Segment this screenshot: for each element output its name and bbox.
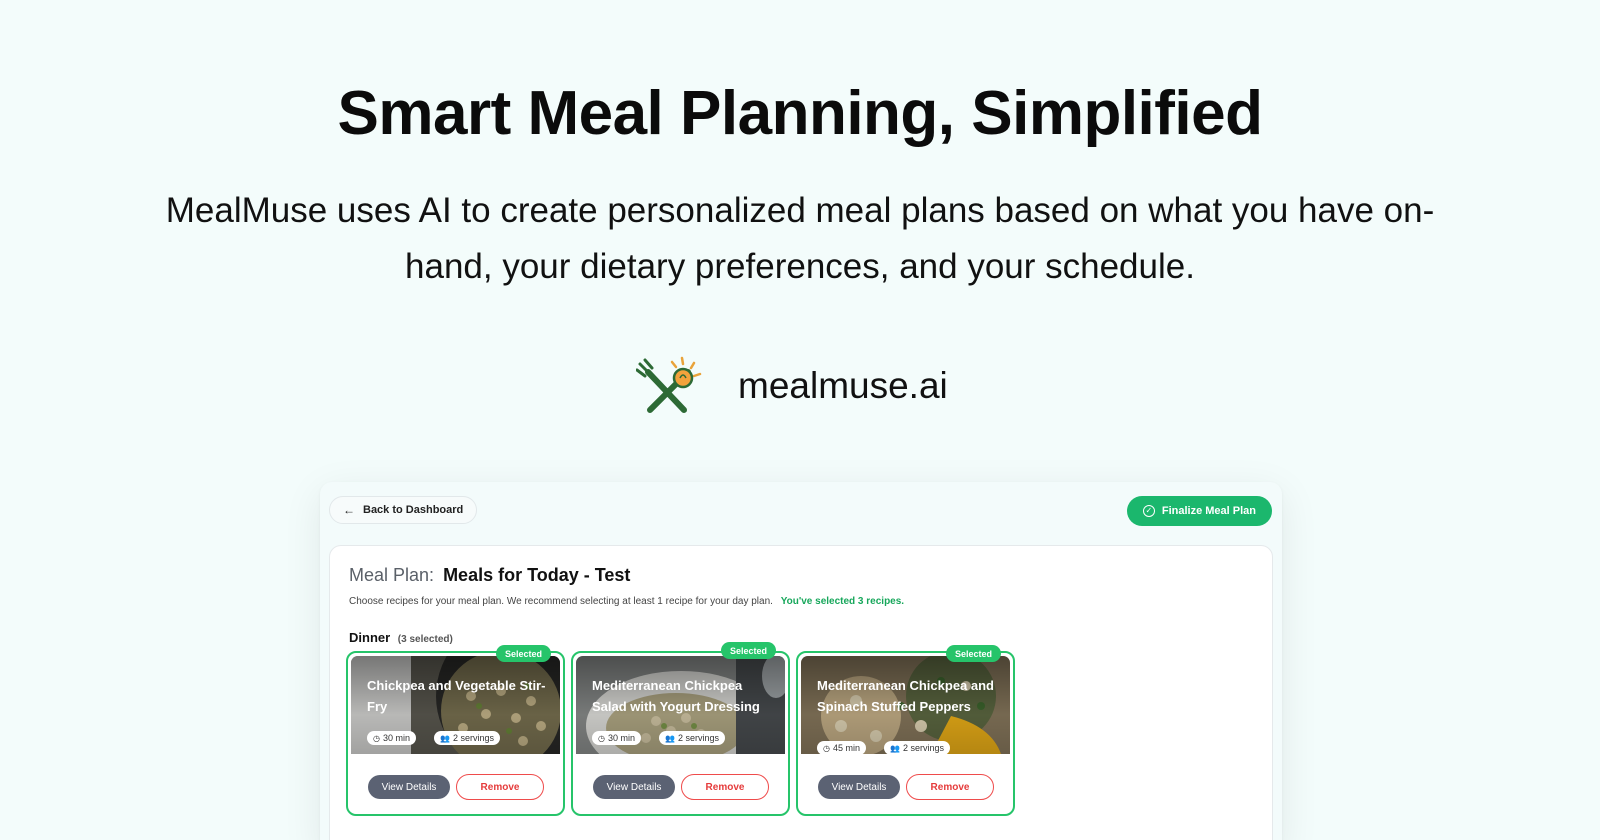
fork-knife-lightbulb-icon	[636, 356, 702, 413]
clock-icon: ◷	[823, 743, 830, 753]
selected-badge: Selected	[495, 645, 551, 662]
plan-description: Choose recipes for your meal plan. We re…	[349, 596, 904, 607]
arrow-left-icon: ←	[343, 503, 355, 517]
servings-chip: 👥 2 servings	[434, 731, 500, 745]
section-title: Dinner	[349, 630, 391, 645]
view-details-button[interactable]: View Details	[818, 775, 900, 799]
recipe-time: 30 min	[382, 733, 410, 743]
recipe-title: Mediterranean Chickpea Salad with Yogurt…	[592, 678, 760, 714]
users-icon: 👥	[890, 743, 900, 753]
selected-badge: Selected	[945, 645, 1001, 662]
clock-icon: ◷	[373, 733, 380, 743]
recipe-card[interactable]: Mediterranean Chickpea and Spinach Stuff…	[796, 645, 1015, 816]
recipe-servings: 2 servings	[452, 733, 494, 743]
recipe-time: 45 min	[832, 743, 860, 753]
time-chip: ◷ 30 min	[367, 731, 416, 745]
back-label: Back to Dashboard	[363, 504, 464, 516]
finalize-label: Finalize Meal Plan	[1161, 505, 1256, 517]
check-circle-icon: ✓	[1142, 505, 1155, 517]
selected-badge: Selected	[720, 642, 776, 659]
finalize-meal-plan-button[interactable]: ✓ Finalize Meal Plan	[1126, 496, 1272, 526]
section-count: (3 selected)	[397, 634, 453, 645]
users-icon: 👥	[440, 733, 450, 743]
remove-button[interactable]: Remove	[456, 774, 544, 800]
meal-plan-card: Meal Plan: Meals for Today - Test Choose…	[329, 545, 1273, 840]
app-screenshot: ← Back to Dashboard ✓ Finalize Meal Plan…	[320, 482, 1282, 840]
hero-subtitle: MealMuse uses AI to create personalized …	[165, 191, 1435, 286]
recipe-servings: 2 servings	[902, 743, 944, 753]
remove-button[interactable]: Remove	[681, 774, 769, 800]
servings-chip: 👥 2 servings	[659, 731, 725, 745]
recipe-card[interactable]: Chickpea and Vegetable Stir-Fry ◷ 30 min…	[346, 645, 565, 816]
recipe-servings: 2 servings	[677, 733, 719, 743]
recipe-card[interactable]: Mediterranean Chickpea Salad with Yogurt…	[571, 642, 790, 816]
back-to-dashboard-button[interactable]: ← Back to Dashboard	[329, 496, 478, 524]
recipe-title: Mediterranean Chickpea and Spinach Stuff…	[817, 678, 994, 714]
time-chip: ◷ 30 min	[592, 731, 641, 745]
recipe-time: 30 min	[607, 733, 635, 743]
view-details-button[interactable]: View Details	[593, 775, 675, 799]
clock-icon: ◷	[598, 733, 605, 743]
hero-title: Smart Meal Planning, Simplified	[337, 79, 1263, 148]
brand: mealmuse.ai	[636, 354, 948, 418]
plan-title: Meal Plan: Meals for Today - Test	[349, 565, 630, 586]
remove-button[interactable]: Remove	[906, 774, 994, 800]
selected-note: You've selected 3 recipes.	[780, 596, 905, 607]
recipe-title: Chickpea and Vegetable Stir-Fry	[367, 678, 546, 714]
brand-name: mealmuse.ai	[738, 365, 948, 406]
plan-name: Meals for Today - Test	[443, 565, 631, 585]
section-dinner: Dinner (3 selected)	[349, 630, 453, 645]
users-icon: 👥	[665, 733, 675, 743]
servings-chip: 👥 2 servings	[884, 741, 950, 755]
view-details-button[interactable]: View Details	[368, 775, 450, 799]
plan-label: Meal Plan:	[349, 565, 435, 585]
plan-description-text: Choose recipes for your meal plan. We re…	[349, 596, 773, 607]
time-chip: ◷ 45 min	[817, 741, 866, 755]
